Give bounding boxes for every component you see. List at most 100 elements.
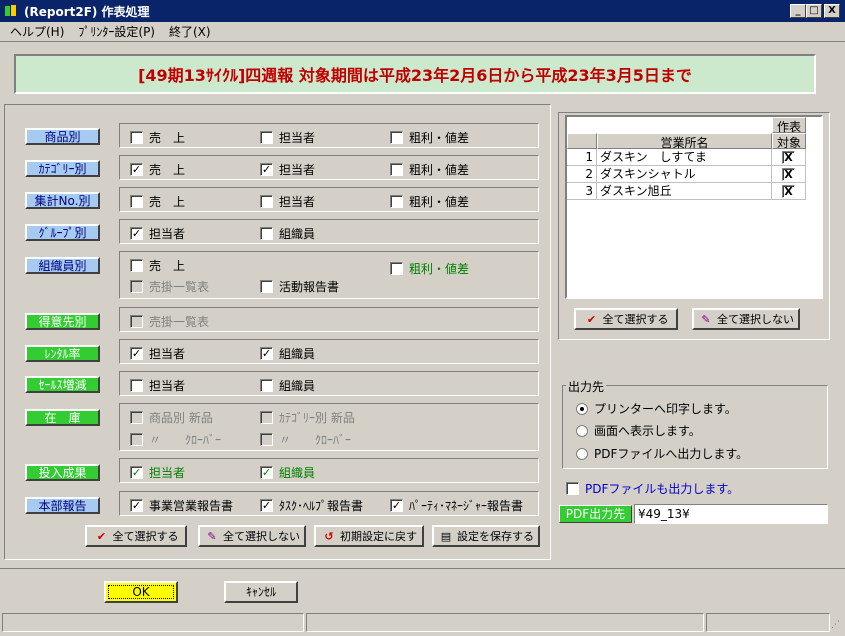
category-category[interactable]: ｶﾃｺﾞﾘｰ別 xyxy=(25,160,100,177)
options-row-category: ✓ 売 上 ✓ 担当者 粗利・値差 xyxy=(119,155,539,180)
eraser-icon: ✎ xyxy=(701,312,711,326)
options-row-rental-rate: ✓ 担当者 ✓ 組織員 xyxy=(119,339,539,364)
button-label: 初期設定に戻す xyxy=(340,530,417,543)
checkbox-staff[interactable]: ✓ 担当者 xyxy=(260,161,315,178)
radio-printer[interactable]: プリンターへ印字します。 xyxy=(576,400,737,417)
checkbox-sales[interactable]: 売 上 xyxy=(130,193,185,210)
grid-checkbox[interactable]: X xyxy=(782,151,795,164)
checkbox-label: 担当者 xyxy=(149,227,186,241)
checkbox-sales[interactable]: 売 上 xyxy=(130,257,185,274)
pdf-dest-input[interactable]: ¥49_13¥ xyxy=(634,504,828,524)
output-legend: 出力先 xyxy=(566,378,607,395)
checkbox-product-clover[interactable]: 〃 ｸﾛｰﾊﾞｰ xyxy=(130,431,221,448)
save-settings-button[interactable]: ▤ 設定を保存する xyxy=(432,525,540,547)
pdf-also-checkbox[interactable]: PDFファイルも出力します。 xyxy=(566,480,739,497)
checkbox-member[interactable]: ✓ 組織員 xyxy=(260,345,315,362)
maximize-button[interactable]: □ xyxy=(806,4,822,18)
checkbox-label: 担当者 xyxy=(279,163,316,177)
checkbox-box xyxy=(260,379,273,392)
checkbox-label: 〃 ｸﾛｰﾊﾞｰ xyxy=(149,433,222,447)
checkbox-label: 粗利・値差 xyxy=(409,163,470,177)
checkbox-business-report[interactable]: ✓ 事業営業報告書 xyxy=(130,497,233,514)
options-row-summary-no: 売 上 担当者 粗利・値差 xyxy=(119,187,539,212)
category-hq-report[interactable]: 本部報告 xyxy=(25,497,100,514)
checkbox-category-clover[interactable]: 〃 ｸﾛｰﾊﾞｰ xyxy=(260,431,351,448)
checkbox-label: PDFファイルも出力します。 xyxy=(585,482,740,496)
checkbox-label: 担当者 xyxy=(279,131,316,145)
options-row-customer: 売掛一覧表 xyxy=(119,307,539,332)
category-input-results[interactable]: 投入成果 xyxy=(25,464,100,481)
checkbox-box xyxy=(260,411,273,424)
grid-checkbox[interactable]: X xyxy=(782,168,795,181)
category-product[interactable]: 商品別 xyxy=(25,128,100,145)
ok-button[interactable]: OK xyxy=(104,581,178,603)
category-inventory[interactable]: 在 庫 xyxy=(25,409,100,426)
checkbox-label: 売 上 xyxy=(149,259,186,273)
checkbox-margin[interactable]: 粗利・値差 xyxy=(390,161,469,178)
checkbox-staff[interactable]: ✓ 担当者 xyxy=(130,345,185,362)
checkbox-sales[interactable]: 売 上 xyxy=(130,129,185,146)
resize-grip-icon[interactable]: ⋰ xyxy=(831,620,843,632)
radio-screen[interactable]: 画面へ表示します。 xyxy=(576,422,701,439)
checkbox-product-new[interactable]: 商品別 新品 xyxy=(130,409,213,426)
grid-office-name: ダスキン旭丘 xyxy=(597,183,772,200)
menu-exit[interactable]: 終了(X) xyxy=(169,23,211,40)
office-select-all-button[interactable]: ✔ 全て選択する xyxy=(574,308,678,330)
checkbox-staff[interactable]: ✓ 担当者 xyxy=(130,464,185,481)
checkbox-label: 売掛一覧表 xyxy=(149,280,210,294)
reset-defaults-button[interactable]: ↺ 初期設定に戻す xyxy=(314,525,424,547)
checkbox-box: ✓ xyxy=(130,347,143,360)
checkbox-category-new[interactable]: ｶﾃｺﾞﾘｰ別 新品 xyxy=(260,409,355,426)
grid-row-no: 3 xyxy=(567,183,597,200)
checkbox-sales[interactable]: ✓ 売 上 xyxy=(130,161,185,178)
checkbox-box: ✓ xyxy=(130,499,143,512)
category-customer[interactable]: 得意先別 xyxy=(25,313,100,330)
grid-target-cell[interactable]: X xyxy=(772,183,806,200)
close-button[interactable]: X xyxy=(824,4,840,18)
checkbox-staff[interactable]: ✓ 担当者 xyxy=(130,225,185,242)
checkbox-margin[interactable]: 粗利・値差 xyxy=(390,193,469,210)
deselect-all-button[interactable]: ✎ 全て選択しない xyxy=(198,525,306,547)
checkbox-member[interactable]: ✓ 組織員 xyxy=(260,464,315,481)
radio-label: 画面へ表示します。 xyxy=(594,424,701,438)
menu-help[interactable]: ヘルプ(H) xyxy=(10,23,64,40)
checkbox-member[interactable]: 組織員 xyxy=(260,377,315,394)
checkbox-margin[interactable]: 粗利・値差 xyxy=(390,129,469,146)
office-deselect-all-button[interactable]: ✎ 全て選択しない xyxy=(692,308,800,330)
cancel-button[interactable]: ｷｬﾝｾﾙ xyxy=(224,581,298,603)
checkbox-staff[interactable]: 担当者 xyxy=(260,193,315,210)
checkbox-task-help-report[interactable]: ✓ ﾀｽｸ･ﾍﾙﾌﾟ報告書 xyxy=(260,497,363,514)
category-rental-rate[interactable]: ﾚﾝﾀﾙ率 xyxy=(25,345,100,362)
select-all-button[interactable]: ✔ 全て選択する xyxy=(85,525,187,547)
grid-header-target: 対象 xyxy=(772,133,806,150)
checkbox-staff[interactable]: 担当者 xyxy=(130,377,185,394)
category-member[interactable]: 組織員別 xyxy=(25,257,100,274)
checkbox-party-manager-report[interactable]: ✓ ﾊﾟｰﾃｨ･ﾏﾈｰｼﾞｬｰ報告書 xyxy=(390,497,523,514)
checkbox-box xyxy=(260,195,273,208)
checkbox-receivables[interactable]: 売掛一覧表 xyxy=(130,313,209,330)
checkbox-staff[interactable]: 担当者 xyxy=(260,129,315,146)
options-row-member: 売 上 粗利・値差 売掛一覧表 活動報告書 xyxy=(119,251,539,299)
checkbox-box xyxy=(130,433,143,446)
category-summary-no[interactable]: 集計No.別 xyxy=(25,192,100,209)
grid-header-office: 営業所名 xyxy=(597,133,772,150)
radio-pdf[interactable]: PDFファイルへ出力します。 xyxy=(576,445,748,462)
grid-checkbox[interactable]: X xyxy=(782,185,795,198)
checkbox-receivables[interactable]: 売掛一覧表 xyxy=(130,278,209,295)
checkbox-box xyxy=(260,131,273,144)
grid-target-cell[interactable]: X xyxy=(772,149,806,166)
checkbox-box: ✓ xyxy=(130,227,143,240)
checkbox-box: ✓ xyxy=(130,163,143,176)
checkbox-activity-report[interactable]: 活動報告書 xyxy=(260,278,339,295)
category-sales-change[interactable]: ｾｰﾙｽ増減 xyxy=(25,376,100,393)
title-bar: (Report2F) 作表処理 xyxy=(0,0,845,22)
grid-target-cell[interactable]: X xyxy=(772,166,806,183)
checkbox-box xyxy=(390,131,403,144)
checkbox-box xyxy=(130,195,143,208)
menu-printer-settings[interactable]: ﾌﾟﾘﾝﾀｰ設定(P) xyxy=(78,23,155,40)
checkbox-box xyxy=(390,195,403,208)
category-group[interactable]: ｸﾞﾙｰﾌﾟ別 xyxy=(25,224,100,241)
checkbox-margin[interactable]: 粗利・値差 xyxy=(390,260,469,277)
minimize-button[interactable]: _ xyxy=(790,4,806,18)
checkbox-member[interactable]: 組織員 xyxy=(260,225,315,242)
